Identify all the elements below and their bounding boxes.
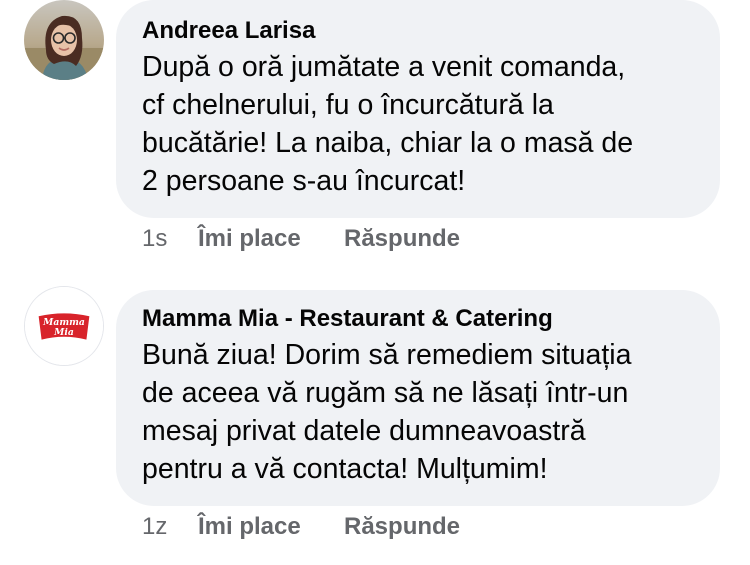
svg-text:Mia: Mia: [53, 327, 74, 338]
comment-actions: 1s Îmi place Răspunde: [142, 224, 460, 254]
reply-button[interactable]: Răspunde: [344, 512, 460, 542]
user-photo-icon: [24, 0, 104, 80]
comment-bubble: Mamma Mia - Restaurant & Catering Bună z…: [116, 290, 720, 506]
reply-button[interactable]: Răspunde: [344, 224, 460, 254]
like-button[interactable]: Îmi place: [198, 512, 344, 542]
comment-author[interactable]: Andreea Larisa: [142, 16, 696, 46]
comment-text: Bună ziua! Dorim să remediem situația de…: [142, 339, 632, 485]
comment-bubble: Andreea Larisa După o oră jumătate a ven…: [116, 0, 720, 218]
avatar[interactable]: Mamma Mia: [24, 286, 104, 366]
comment-actions: 1z Îmi place Răspunde: [142, 512, 460, 542]
comment-timestamp[interactable]: 1s: [142, 224, 198, 254]
comment-author[interactable]: Mamma Mia - Restaurant & Catering: [142, 304, 696, 334]
comment-text: După o oră jumătate a venit comanda, cf …: [142, 51, 634, 197]
avatar[interactable]: [24, 0, 104, 80]
comment-timestamp[interactable]: 1z: [142, 512, 198, 542]
like-button[interactable]: Îmi place: [198, 224, 344, 254]
mamma-mia-logo-icon: Mamma Mia: [25, 287, 103, 365]
